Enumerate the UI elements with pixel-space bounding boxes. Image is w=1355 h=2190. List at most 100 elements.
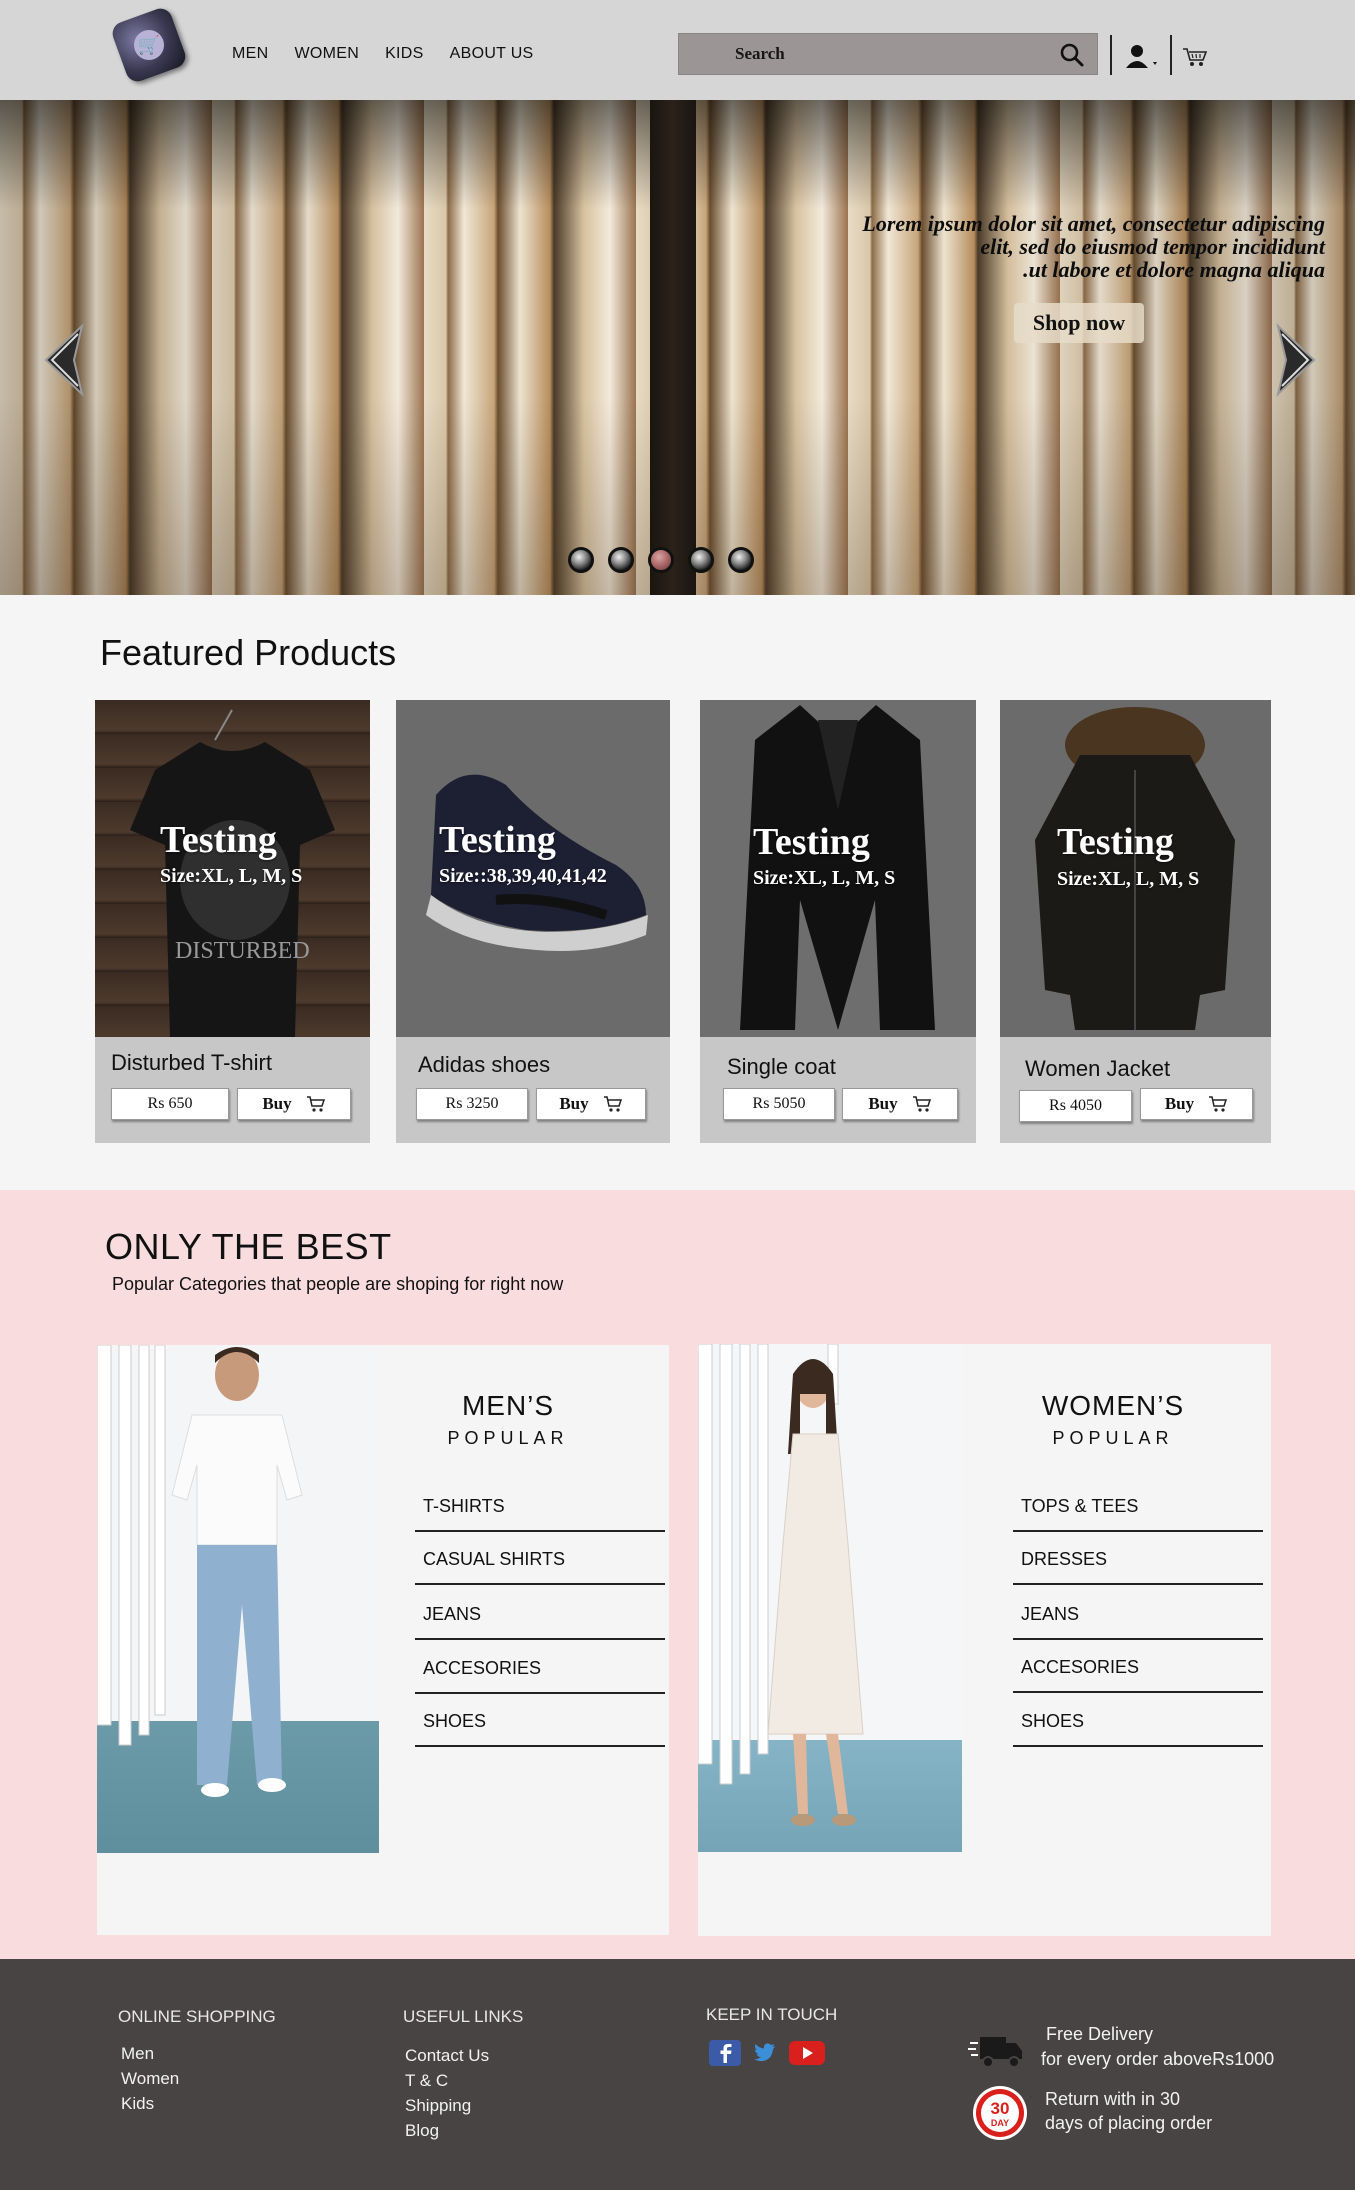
hero-caption-line: .ut labore et dolore magna aliqua <box>1023 257 1325 282</box>
thirty-day-return-badge-icon: 30 DAY <box>973 2086 1027 2140</box>
mens-category-panel: MEN’S POPULAR T-SHIRTS CASUAL SHIRTS JEA… <box>97 1345 669 1935</box>
footer-heading-useful-links: USEFUL LINKS <box>403 2007 524 2026</box>
product-name[interactable]: Single coat <box>727 1054 836 1080</box>
buy-button[interactable]: Buy <box>842 1088 958 1120</box>
cart-icon <box>1209 1096 1228 1112</box>
buy-label: Buy <box>559 1094 589 1113</box>
product-name[interactable]: Disturbed T-shirt <box>111 1050 272 1076</box>
category-link-shoes[interactable]: SHOES <box>415 1695 665 1747</box>
free-delivery-title: Free Delivery <box>1046 2024 1154 2044</box>
header-divider <box>1110 35 1112 75</box>
search-icon[interactable] <box>1059 42 1085 68</box>
product-card[interactable]: Testing Size:XL, L, M, S Single coat Rs … <box>700 700 976 1143</box>
category-link-casual-shirts[interactable]: CASUAL SHIRTS <box>415 1533 665 1585</box>
product-name[interactable]: Adidas shoes <box>418 1052 550 1078</box>
category-link-jeans[interactable]: JEANS <box>415 1588 665 1640</box>
youtube-icon[interactable] <box>788 2039 826 2067</box>
product-overlay-title: Testing <box>439 819 556 861</box>
category-link-shoes[interactable]: SHOES <box>1013 1695 1263 1747</box>
footer-link-contact-us[interactable]: Contact Us <box>405 2046 489 2066</box>
svg-text:DISTURBED: DISTURBED <box>175 938 310 964</box>
section-title: ONLY THE BEST <box>105 1226 392 1267</box>
footer-link-men[interactable]: Men <box>121 2044 154 2064</box>
product-overlay-title: Testing <box>160 819 277 861</box>
product-card[interactable]: Testing Size:XL, L, M, S Women Jacket Rs… <box>1000 700 1271 1143</box>
search-input[interactable] <box>679 34 1097 74</box>
mens-model-photo <box>97 1345 379 1853</box>
category-link-accesories[interactable]: ACCESORIES <box>415 1642 665 1694</box>
popular-categories-section: ONLY THE BEST Popular Categories that pe… <box>0 1190 1355 1959</box>
footer-link-shipping[interactable]: Shipping <box>405 2096 471 2116</box>
buy-button[interactable]: Buy <box>536 1088 646 1120</box>
buy-label: Buy <box>262 1094 292 1113</box>
carousel-indicators <box>568 547 754 573</box>
category-link-tops-tees[interactable]: TOPS & TEES <box>1013 1480 1263 1532</box>
product-card[interactable]: Testing Size::38,39,40,41,42 Adidas shoe… <box>396 700 670 1143</box>
category-link-accesories[interactable]: ACCESORIES <box>1013 1641 1263 1693</box>
product-overlay-size: Size:XL, L, M, S <box>160 865 303 887</box>
product-overlay-title: Testing <box>753 821 870 863</box>
buy-button[interactable]: Buy <box>237 1088 351 1120</box>
womens-model-photo <box>698 1344 962 1852</box>
nav-women[interactable]: WOMEN <box>294 45 359 63</box>
mens-subheading: POPULAR <box>447 1428 569 1448</box>
cart-icon <box>603 1096 622 1112</box>
hero-caption-line: Lorem ipsum dolor sit amet, consectetur … <box>862 211 1325 236</box>
hero-carousel: Lorem ipsum dolor sit amet, consectetur … <box>0 100 1355 595</box>
product-price: Rs 650 <box>111 1088 229 1120</box>
badge-word: DAY <box>991 2118 1009 2128</box>
nav-kids[interactable]: KIDS <box>385 45 424 63</box>
hero-caption: Lorem ipsum dolor sit amet, consectetur … <box>705 212 1325 281</box>
footer-link-women[interactable]: Women <box>121 2069 179 2089</box>
product-card[interactable]: DISTURBED Testing Size:XL, L, M, S Distu… <box>95 700 370 1143</box>
hero-image-detail <box>650 100 696 595</box>
site-footer: ONLINE SHOPPING Men Women Kids USEFUL LI… <box>0 1959 1355 2190</box>
free-delivery-detail: for every order aboveRs1000 <box>1041 2049 1275 2069</box>
mens-heading: MEN’S <box>461 1390 555 1421</box>
cart-icon <box>306 1096 325 1112</box>
header-divider <box>1170 35 1172 75</box>
womens-model-image <box>698 1344 864 1826</box>
footer-link-terms[interactable]: T & C <box>405 2071 448 2091</box>
store-logo[interactable]: 🛒 <box>109 5 189 85</box>
twitter-icon[interactable] <box>753 2042 777 2064</box>
nav-about-us[interactable]: ABOUT US <box>450 45 534 63</box>
category-link-tshirts[interactable]: T-SHIRTS <box>415 1480 665 1532</box>
carousel-dot[interactable] <box>608 547 634 573</box>
footer-link-blog[interactable]: Blog <box>405 2121 439 2141</box>
shop-now-button[interactable]: Shop now <box>1014 303 1144 343</box>
buy-label: Buy <box>868 1094 898 1113</box>
carousel-dot[interactable] <box>688 547 714 573</box>
facebook-icon[interactable] <box>708 2039 742 2067</box>
product-overlay-size: Size:XL, L, M, S <box>753 867 896 889</box>
product-overlay-size: Size:XL, L, M, S <box>1057 868 1200 890</box>
hero-caption-line: elit, sed do eiusmod tempor incididunt <box>980 234 1325 259</box>
buy-button[interactable]: Buy <box>1140 1088 1253 1120</box>
carousel-prev-arrow-icon[interactable] <box>38 320 88 400</box>
footer-heading-keep-in-touch: KEEP IN TOUCH <box>706 2005 838 2024</box>
main-nav: MEN WOMEN KIDS ABOUT US <box>232 45 534 63</box>
nav-men[interactable]: MEN <box>232 45 268 63</box>
carousel-dot-active[interactable] <box>648 547 674 573</box>
featured-products-title: Featured Products <box>100 632 397 673</box>
mens-model-image <box>97 1345 303 1797</box>
product-name[interactable]: Women Jacket <box>1025 1056 1170 1082</box>
return-policy-detail: days of placing order <box>1045 2113 1213 2133</box>
shopping-basket-icon: 🛒 <box>134 29 164 60</box>
womens-heading: WOMEN’S <box>1041 1390 1185 1421</box>
carousel-dot[interactable] <box>728 547 754 573</box>
carousel-dot[interactable] <box>568 547 594 573</box>
product-overlay-size: Size::38,39,40,41,42 <box>439 865 607 887</box>
footer-heading-online-shopping: ONLINE SHOPPING <box>118 2007 276 2026</box>
site-header: 🛒 MEN WOMEN KIDS ABOUT US <box>0 0 1355 100</box>
category-link-jeans[interactable]: JEANS <box>1013 1588 1263 1640</box>
carousel-next-arrow-icon[interactable] <box>1272 320 1322 400</box>
footer-link-kids[interactable]: Kids <box>121 2094 154 2114</box>
womens-category-panel: WOMEN’S POPULAR TOPS & TEES DRESSES JEAN… <box>698 1344 1271 1936</box>
cart-icon <box>912 1096 931 1112</box>
cart-icon[interactable] <box>1182 46 1208 68</box>
user-account-icon[interactable] <box>1124 44 1160 70</box>
delivery-truck-icon <box>968 2037 1022 2068</box>
category-link-dresses[interactable]: DRESSES <box>1013 1533 1263 1585</box>
buy-label: Buy <box>1164 1094 1195 1113</box>
